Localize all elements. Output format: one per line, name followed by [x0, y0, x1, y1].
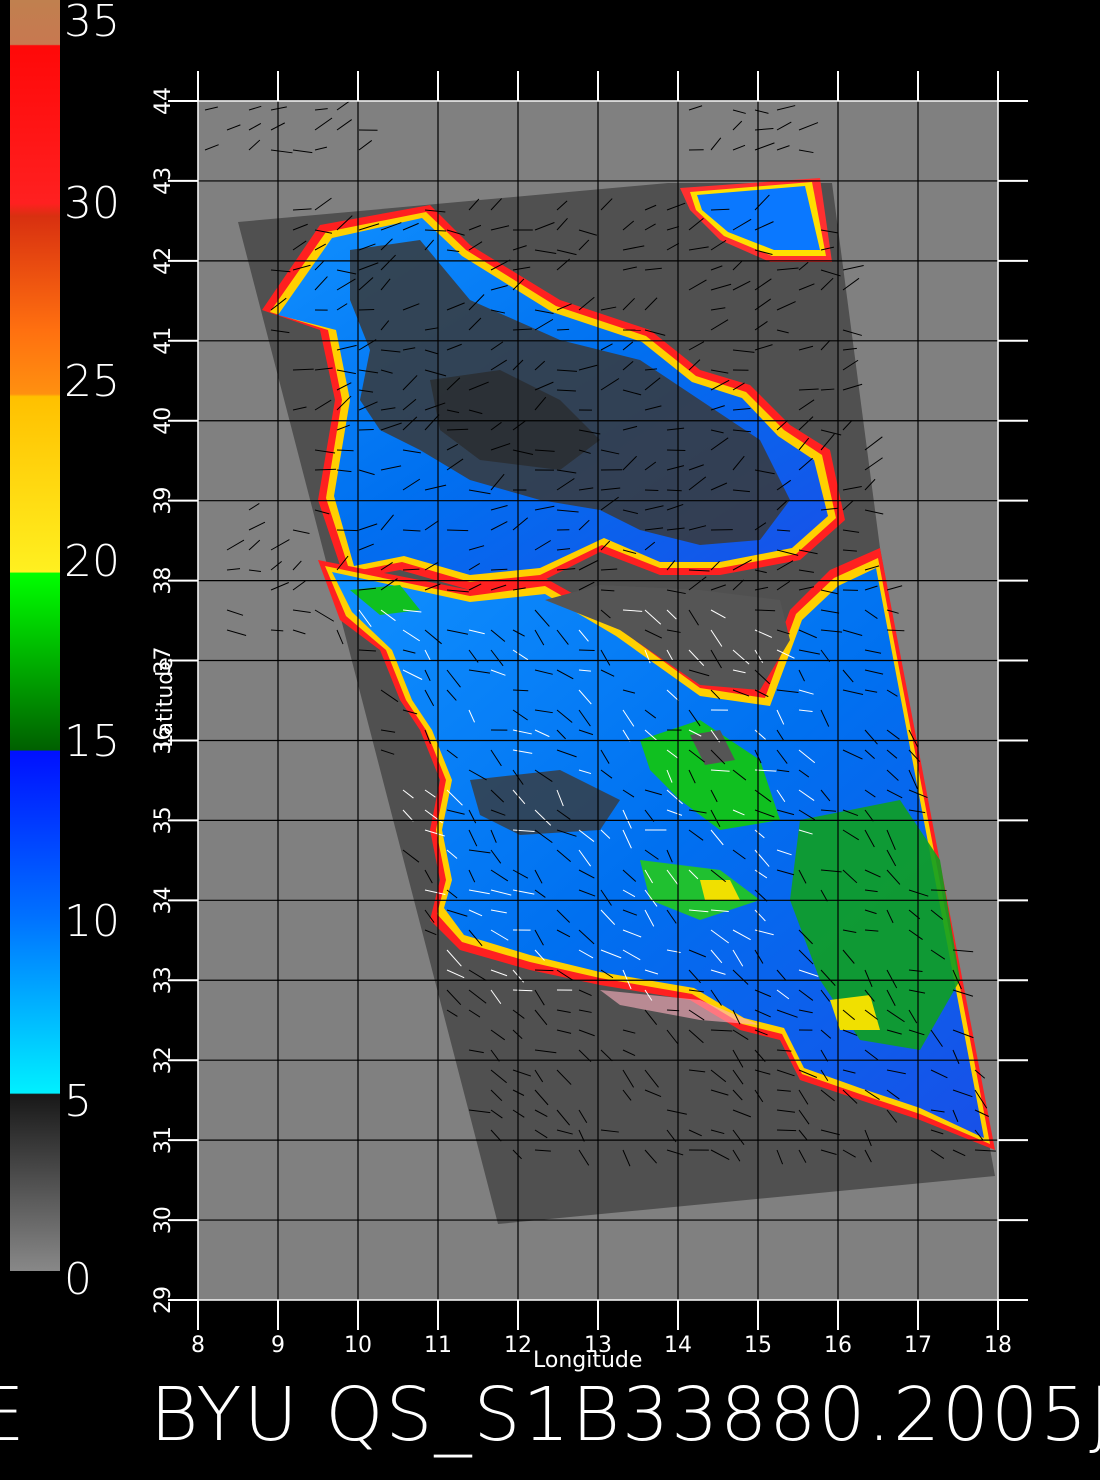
lat-tick-label: 40: [151, 407, 176, 435]
wind-barb: [578, 649, 595, 652]
lon-tick-label: 16: [824, 1333, 852, 1358]
lat-tick-label: 35: [151, 806, 176, 834]
wind-barb: [556, 328, 570, 331]
lat-tick-label: 43: [151, 167, 176, 195]
wind-barb: [886, 629, 905, 632]
y-axis-title: Latitude: [152, 657, 178, 748]
lon-tick-label: 17: [904, 1333, 932, 1358]
lat-tick-label: 44: [151, 87, 176, 115]
lat-tick-label: 38: [151, 567, 176, 595]
lon-tick-label: 12: [504, 1333, 532, 1358]
lon-tick-label: 9: [271, 1333, 285, 1358]
lat-tick-label: 29: [151, 1286, 176, 1314]
lat-tick-label: 30: [151, 1206, 176, 1234]
lat-tick-label: 39: [151, 487, 176, 515]
lat-tick-label: 31: [151, 1126, 176, 1154]
lat-tick-label: 33: [151, 966, 176, 994]
lon-tick-label: 15: [744, 1333, 772, 1358]
footer-fragment: E: [0, 1372, 25, 1458]
wind-barb: [776, 1129, 797, 1132]
lat-tick-label: 34: [151, 886, 176, 914]
wind-barb: [446, 529, 469, 532]
lon-tick-label: 11: [424, 1333, 452, 1358]
wind-barb: [446, 428, 469, 431]
lat-tick-label: 32: [151, 1046, 176, 1074]
lon-tick-label: 8: [191, 1333, 205, 1358]
x-axis-title: Longitude: [533, 1348, 643, 1373]
lon-tick-label: 18: [984, 1333, 1012, 1358]
lon-tick-label: 14: [664, 1333, 692, 1358]
lat-tick-label: 42: [151, 247, 176, 275]
lat-tick-label: 41: [151, 327, 176, 355]
footer-product-id: BYU QS_S1B33880.2005J: [150, 1372, 1100, 1458]
lon-tick-label: 10: [344, 1333, 372, 1358]
wind-barb: [336, 529, 359, 532]
wind-barb: [534, 969, 554, 972]
